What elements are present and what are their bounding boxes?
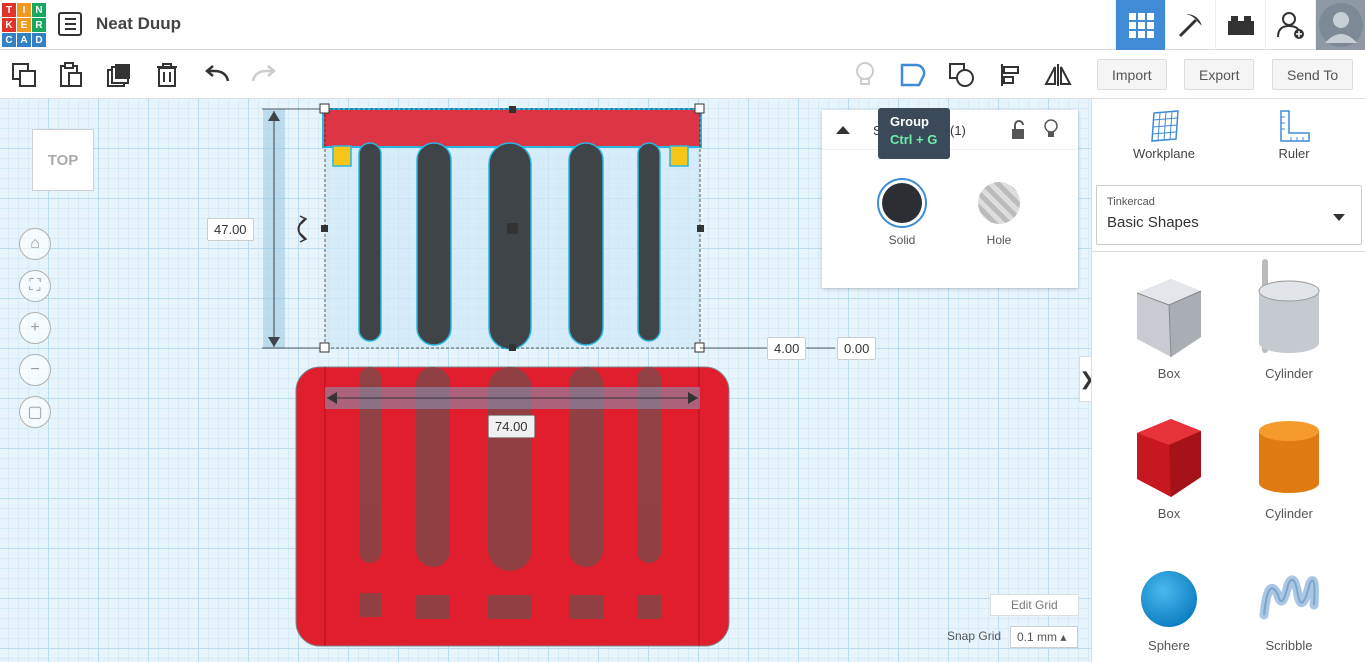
logo-letter: I [17,3,31,17]
library-name: Basic Shapes [1107,214,1199,231]
shape-box-red[interactable]: Box [1114,417,1224,521]
collapse-icon[interactable] [836,125,850,135]
logo-letter: C [2,33,16,47]
library-source: Tinkercad [1107,196,1155,208]
visibility-bulb-icon[interactable] [1043,119,1059,139]
ruler-tool[interactable]: Ruler [1244,109,1344,161]
workplane-icon [1151,110,1179,142]
hole-label: Hole [986,233,1012,247]
shapes-panel: Workplane Ruler Tinkercad Basic Shapes B… [1091,99,1365,662]
ruler-label: Ruler [1278,146,1310,161]
snap-grid-value: 0.1 mm [1017,630,1058,644]
logo-letter: E [17,18,31,32]
shape-box-striped[interactable]: Box [1114,277,1224,381]
workplane-label: Workplane [1133,146,1195,161]
shape-label: Box [1157,506,1181,521]
redo-icon[interactable] [249,60,279,90]
width-dimension-label[interactable]: 74.00 [488,415,535,438]
duplicate-icon[interactable] [104,60,134,90]
shape-sphere-blue[interactable]: Sphere [1114,565,1224,653]
hole-swatch[interactable] [974,178,1024,228]
lightbulb-icon[interactable] [850,60,880,90]
logo-letter: A [17,33,31,47]
tooltip-title: Group [890,114,929,129]
bricks-icon[interactable] [1215,0,1265,50]
tooltip-shortcut: Ctrl + G [890,132,938,147]
shape-label: Cylinder [1265,506,1313,521]
import-button[interactable]: Import [1097,59,1167,90]
logo-letter: K [2,18,16,32]
shape-library-select[interactable]: Tinkercad Basic Shapes [1096,185,1362,245]
logo-letter: D [32,33,46,47]
height-dimension-label[interactable]: 47.00 [207,218,254,241]
inspector-title-end: (1) [950,123,966,138]
design-menu-icon[interactable] [58,12,82,36]
snap-grid-label: Snap Grid [947,629,1002,643]
ruler-icon [1280,110,1310,142]
top-bar-shape [322,108,702,148]
ungroup-icon[interactable] [947,60,977,90]
shape-inspector: Sh (1) Solid Hole [822,110,1078,288]
delete-icon[interactable] [152,60,182,90]
add-user-icon[interactable] [1265,0,1315,50]
export-button[interactable]: Export [1184,59,1255,90]
undo-icon[interactable] [202,60,232,90]
group-icon[interactable] [898,60,928,90]
pickaxe-icon[interactable] [1165,0,1215,50]
mirror-icon[interactable] [1043,60,1073,90]
logo-letter: R [32,18,46,32]
solid-label: Solid [888,233,916,247]
3d-view-grid-icon[interactable] [1115,0,1165,50]
shape-label: Scribble [1265,638,1313,653]
workplane-tool[interactable]: Workplane [1114,109,1214,161]
inspector-header: Sh (1) [822,110,1078,150]
avatar[interactable] [1315,0,1365,50]
edit-grid-button[interactable]: Edit Grid [990,594,1079,616]
align-icon[interactable] [996,60,1026,90]
paste-icon[interactable] [56,60,86,90]
project-title[interactable]: Neat Duup [96,14,181,34]
edit-toolbar: Import Export Send To [0,51,1365,99]
logo-letter: T [2,3,16,17]
chevron-down-icon [1333,214,1345,221]
unlock-icon[interactable] [1010,120,1026,140]
shape-label: Sphere [1148,638,1190,653]
solid-color-swatch[interactable] [877,178,927,228]
top-bar: TIN KER CAD Neat Duup [0,0,1365,50]
offset-y-label[interactable]: 0.00 [837,337,877,360]
logo-letter: N [32,3,46,17]
shape-cylinder-striped[interactable]: Cylinder [1234,277,1344,381]
shape-label: Cylinder [1265,366,1313,381]
shape-scribble[interactable]: Scribble [1234,565,1344,653]
group-tooltip: Group Ctrl + G [878,108,950,159]
send-to-button[interactable]: Send To [1272,59,1354,90]
shape-label: Box [1157,366,1181,381]
offset-x-label[interactable]: 4.00 [767,337,807,360]
copy-icon[interactable] [9,60,39,90]
tinkercad-logo[interactable]: TIN KER CAD [2,3,46,47]
snap-grid-select[interactable]: 0.1 mm ▴ [1010,626,1078,648]
shape-cylinder-orange[interactable]: Cylinder [1234,417,1344,521]
